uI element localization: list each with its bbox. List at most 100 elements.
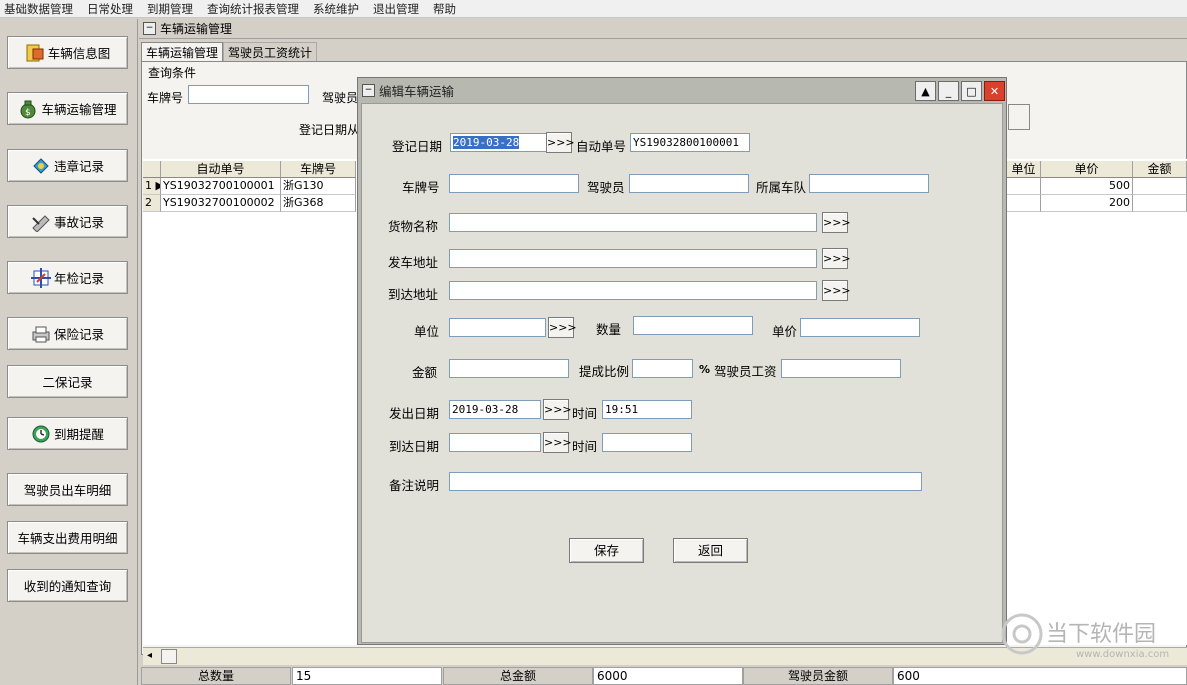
driver-field[interactable] bbox=[629, 174, 749, 193]
col-header-plate[interactable]: 车牌号 bbox=[281, 161, 356, 178]
arrive-addr-picker-button[interactable]: >>> bbox=[822, 280, 851, 301]
query-button[interactable] bbox=[1008, 104, 1030, 130]
dialog-menu-icon[interactable]: − bbox=[362, 84, 375, 97]
minimize-icon[interactable]: _ bbox=[938, 81, 959, 101]
dialog-title-bar[interactable]: − 编辑车辆运输 bbox=[358, 78, 1006, 103]
depart-date-label: 发出日期 bbox=[389, 406, 440, 421]
main-window-title: 车辆运输管理 bbox=[160, 22, 233, 36]
team-label: 所属车队 bbox=[756, 180, 807, 195]
amount-field[interactable] bbox=[449, 359, 569, 378]
sidebar-item-inspection[interactable]: 年检记录 bbox=[7, 261, 128, 294]
arrive-addr-label: 到达地址 bbox=[388, 287, 439, 302]
col-header-price[interactable]: 单价 bbox=[1041, 161, 1133, 178]
sidebar-item-notices[interactable]: 收到的通知查询 bbox=[7, 569, 128, 602]
ratio-field[interactable] bbox=[632, 359, 693, 378]
sidebar-item-label: 年检记录 bbox=[53, 271, 104, 286]
inspection-icon bbox=[30, 267, 51, 288]
back-button[interactable]: 返回 bbox=[673, 538, 748, 563]
depart-time-field[interactable]: 19:51 bbox=[602, 400, 692, 419]
sidebar-item-insurance[interactable]: 保险记录 bbox=[7, 317, 128, 350]
arrive-date-field[interactable] bbox=[449, 433, 541, 452]
sidebar-item-driver-trips[interactable]: 驾驶员出车明细 bbox=[7, 473, 128, 506]
sidebar-item-transport[interactable]: $ 车辆运输管理 bbox=[7, 92, 128, 125]
price-label: 单价 bbox=[772, 324, 798, 339]
driver-amount-label: 驾驶员金额 bbox=[743, 667, 893, 685]
arrive-date-picker-button[interactable]: >>> bbox=[543, 432, 572, 453]
unit-picker-button[interactable]: >>> bbox=[548, 317, 577, 338]
sidebar-item-label: 车辆运输管理 bbox=[41, 102, 117, 117]
goods-field[interactable] bbox=[449, 213, 817, 232]
wage-label: 驾驶员工资 bbox=[714, 364, 777, 379]
goods-picker-button[interactable]: >>> bbox=[822, 212, 851, 233]
team-field[interactable] bbox=[809, 174, 929, 193]
depart-date-picker-button[interactable]: >>> bbox=[543, 399, 572, 420]
sidebar-item-vehicle-info[interactable]: 车辆信息图 bbox=[7, 36, 128, 69]
menu-expiry[interactable]: 到期管理 bbox=[147, 1, 193, 17]
reg-date-picker-button[interactable]: >>> bbox=[546, 132, 575, 153]
window-menu-icon[interactable]: − bbox=[143, 22, 156, 35]
menu-help[interactable]: 帮助 bbox=[433, 1, 456, 17]
grid-corner bbox=[143, 161, 161, 178]
auto-no-field[interactable]: YS19032800100001 bbox=[630, 133, 750, 152]
depart-addr-picker-button[interactable]: >>> bbox=[822, 248, 851, 269]
scroll-left-icon[interactable]: ◂ bbox=[147, 650, 152, 661]
sidebar-item-vehicle-expense[interactable]: 车辆支出费用明细 bbox=[7, 521, 128, 554]
remark-field[interactable] bbox=[449, 472, 922, 491]
wage-field[interactable] bbox=[781, 359, 901, 378]
clock-icon bbox=[31, 424, 51, 444]
menu-exit[interactable]: 退出管理 bbox=[373, 1, 419, 17]
maximize-icon[interactable]: □ bbox=[961, 81, 982, 101]
cell-amount bbox=[1133, 178, 1187, 195]
collapse-icon[interactable]: ▲ bbox=[915, 81, 936, 101]
col-header-unit[interactable]: 单位 bbox=[1007, 161, 1041, 178]
watermark-logo-icon bbox=[1001, 613, 1043, 655]
scroll-thumb[interactable] bbox=[161, 649, 177, 664]
close-icon[interactable]: ✕ bbox=[984, 81, 1005, 101]
cell-unit bbox=[1007, 195, 1041, 212]
qty-field[interactable] bbox=[633, 316, 753, 335]
depart-date-field[interactable]: 2019-03-28 bbox=[449, 400, 541, 419]
col-header-amount[interactable]: 金额 bbox=[1133, 161, 1187, 178]
sidebar-item-violation[interactable]: 违章记录 bbox=[7, 149, 128, 182]
arrive-time-field[interactable] bbox=[602, 433, 692, 452]
sidebar-item-expiry-reminder[interactable]: 到期提醒 bbox=[7, 417, 128, 450]
sidebar-item-label: 保险记录 bbox=[53, 327, 104, 342]
dialog-title: 编辑车辆运输 bbox=[379, 84, 455, 99]
col-header-auto-no[interactable]: 自动单号 bbox=[161, 161, 281, 178]
cell-unit bbox=[1007, 178, 1041, 195]
depart-time-label: 时间 bbox=[572, 406, 598, 421]
menu-reports[interactable]: 查询统计报表管理 bbox=[207, 1, 299, 17]
price-field[interactable] bbox=[800, 318, 920, 337]
unit-field[interactable] bbox=[449, 318, 546, 337]
money-bag-icon: $ bbox=[18, 99, 38, 119]
reg-date-field[interactable]: 2019-03-28 bbox=[450, 133, 547, 152]
menu-system[interactable]: 系统维护 bbox=[313, 1, 359, 17]
menu-basic-data[interactable]: 基础数据管理 bbox=[4, 1, 73, 17]
watermark-url: www.downxia.com bbox=[1076, 649, 1170, 660]
menu-daily[interactable]: 日常处理 bbox=[87, 1, 133, 17]
plate-search-input[interactable] bbox=[188, 85, 309, 104]
date-from-label: 登记日期从 bbox=[299, 123, 360, 137]
query-group-label: 查询条件 bbox=[148, 66, 197, 80]
sidebar-item-label: 驾驶员出车明细 bbox=[23, 483, 112, 498]
sidebar-item-label: 违章记录 bbox=[53, 159, 104, 174]
main-tabs: 车辆运输管理 驾驶员工资统计 bbox=[141, 42, 318, 62]
cell-price: 200 bbox=[1041, 195, 1133, 212]
depart-addr-field[interactable] bbox=[449, 249, 817, 268]
violation-icon bbox=[31, 156, 51, 176]
sidebar-item-maintenance[interactable]: 二保记录 bbox=[7, 365, 128, 398]
arrive-date-label: 到达日期 bbox=[389, 439, 440, 454]
total-qty-value: 15 bbox=[292, 667, 442, 685]
save-button[interactable]: 保存 bbox=[569, 538, 644, 563]
sidebar-item-label: 到期提醒 bbox=[53, 427, 104, 442]
sidebar-item-accident[interactable]: 事故记录 bbox=[7, 205, 128, 238]
plate-field[interactable] bbox=[449, 174, 579, 193]
remark-label: 备注说明 bbox=[389, 478, 440, 493]
tab-transport-management[interactable]: 车辆运输管理 bbox=[141, 42, 224, 62]
sidebar-item-label: 车辆信息图 bbox=[47, 46, 111, 61]
sidebar: 车辆信息图 $ 车辆运输管理 违章记录 事故记录 年检记录 保险记录 二保记录 … bbox=[0, 19, 138, 685]
arrive-addr-field[interactable] bbox=[449, 281, 817, 300]
cell-auto-no: YS19032700100002 bbox=[161, 195, 281, 212]
tab-driver-wage-stats[interactable]: 驾驶员工资统计 bbox=[223, 42, 318, 62]
reg-date-label: 登记日期 bbox=[392, 139, 443, 154]
